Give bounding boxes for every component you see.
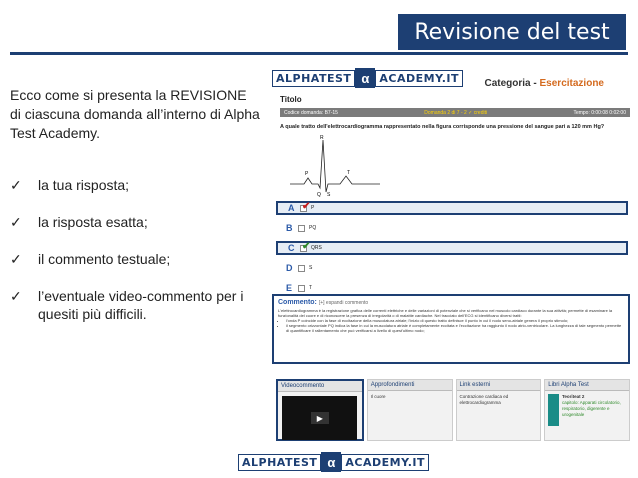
bullet-item: ✓ il commento testuale; <box>10 250 260 268</box>
comment-list: l'onda P coincide con la fase di eccitaz… <box>286 318 624 333</box>
bullet-text: l’eventuale video-commento per i quesiti… <box>38 288 244 322</box>
question-info-bar: Codice domanda: B7-15 Domanda 2 di 7 - 2… <box>280 108 630 117</box>
comment-body: L'elettrocardiogramma è la registrazione… <box>278 308 624 333</box>
external-link[interactable]: Contrazione cardiaca ed elettrocardiogra… <box>457 391 541 409</box>
ecg-label-q: Q <box>317 192 321 198</box>
category-label: Categoria - Esercitazione <box>485 78 605 89</box>
correct-answer-check-icon: ✔ <box>302 241 311 252</box>
comment-box: Commento: [+] espandi commento L'elettro… <box>272 294 630 364</box>
test-title: Titolo <box>280 95 302 104</box>
ecg-figure: R P T Q S <box>290 135 380 198</box>
answer-letter: B <box>286 223 293 233</box>
slide-title-text: Revisione del test <box>414 19 610 45</box>
slide-title: Revisione del test <box>398 14 626 50</box>
book-description: Teoriteat 2 capitolo: Apparati circolator… <box>562 394 626 426</box>
ecg-label-p: P <box>305 171 309 177</box>
answer-e[interactable]: E T <box>276 281 628 295</box>
approfondimenti-header: Approfondimenti <box>367 380 452 391</box>
review-screenshot: ALPHATEST α ACADEMY.IT Categoria - Eserc… <box>272 68 632 460</box>
answer-text: T <box>309 285 313 291</box>
timer: Tempo: 0:00:08 0:02:00 <box>573 109 626 116</box>
logo-alpha-icon: α <box>355 68 376 88</box>
book-title: Teoriteat 2 <box>562 394 585 399</box>
books-panel: Libri Alpha Test Teoriteat 2 capitolo: Ap… <box>544 379 630 441</box>
answer-checkbox[interactable] <box>298 264 305 272</box>
approfondimenti-panel: Approfondimenti Il cuore <box>366 379 453 441</box>
answer-letter: A <box>288 203 295 213</box>
answer-letter: E <box>286 283 293 293</box>
answer-text: PQ <box>309 225 317 231</box>
comment-paragraph: L'elettrocardiogramma è la registrazione… <box>278 308 613 318</box>
bullet-list: ✓ la tua risposta; ✓ la risposta esatta; ✓… <box>10 176 260 342</box>
answer-d[interactable]: D S <box>276 261 628 275</box>
answer-text: QRS <box>311 245 322 251</box>
ecg-trace <box>290 139 380 193</box>
bullet-item: ✓ la risposta esatta; <box>10 213 260 231</box>
video-player[interactable]: ▶ <box>282 396 358 440</box>
checkmark-icon: ✓ <box>10 214 22 230</box>
answer-text: P <box>311 205 315 211</box>
comment-list-item: il segmento orizzontale PQ indica la fas… <box>286 323 624 333</box>
wrong-answer-check-icon: ✔ <box>302 201 311 212</box>
bullet-text: la risposta esatta; <box>38 214 148 230</box>
title-underline <box>10 52 628 55</box>
logo-text-alphatest: ALPHATEST <box>238 453 322 471</box>
ecg-label-r: R <box>320 135 324 141</box>
answer-checkbox[interactable] <box>298 284 305 292</box>
comment-title: Commento: <box>278 299 317 306</box>
category-prefix: Categoria - <box>484 78 540 89</box>
category-value: Esercitazione <box>539 78 604 89</box>
logo-text-academy: ACADEMY.IT <box>375 69 464 87</box>
bullet-item: ✓ l’eventuale video-commento per i quesit… <box>10 287 260 323</box>
checkmark-icon: ✓ <box>10 177 22 193</box>
question-progress: Domanda 2 di 7 - 2 ✓ crediti <box>424 109 488 116</box>
answer-b[interactable]: B PQ <box>276 221 628 235</box>
ecg-label-s: S <box>327 192 331 198</box>
question-text: A quale tratto dell'elettrocardiogramma … <box>280 124 605 130</box>
external-links-panel: Link esterni Contrazione cardiaca ed ele… <box>455 379 542 441</box>
footer-alphatest-logo: ALPHATEST α ACADEMY.IT <box>238 452 430 472</box>
books-header: Libri Alpha Test <box>545 380 629 391</box>
ecg-label-t: T <box>347 170 350 176</box>
external-links-header: Link esterni <box>456 380 541 391</box>
answer-text: S <box>309 265 313 271</box>
bullet-text: il commento testuale; <box>38 251 171 267</box>
video-comment-panel: Videocommento ▶ <box>276 379 364 441</box>
expand-comment-link[interactable]: [+] espandi commento <box>319 300 368 306</box>
book-item[interactable]: Teoriteat 2 capitolo: Apparati circolator… <box>545 391 629 429</box>
bullet-text: la tua risposta; <box>38 177 130 193</box>
book-chapter: capitolo: Apparati circolatorio, respira… <box>562 400 621 417</box>
logo-alpha-icon: α <box>321 452 342 472</box>
book-cover-image <box>548 394 559 426</box>
checkmark-icon: ✓ <box>10 251 22 267</box>
logo-text-alphatest: ALPHATEST <box>272 69 356 87</box>
checkmark-icon: ✓ <box>10 288 22 304</box>
comment-heading: Commento: [+] espandi commento <box>278 299 624 306</box>
approfondimenti-link[interactable]: Il cuore <box>368 391 452 403</box>
answer-letter: D <box>286 263 293 273</box>
answer-checkbox[interactable] <box>298 224 305 232</box>
video-comment-header: Videocommento <box>278 381 362 392</box>
answer-c[interactable]: C ✔ QRS <box>276 241 628 255</box>
question-code: Codice domanda: B7-15 <box>284 109 338 116</box>
intro-text: Ecco come si presenta la REVISIONE di ci… <box>10 87 260 141</box>
logo-text-academy: ACADEMY.IT <box>341 453 430 471</box>
answer-list: A ✔ P B PQ C ✔ QRS D S E T <box>276 201 628 301</box>
resources-row: Videocommento ▶ Approfondimenti Il cuore… <box>276 379 630 441</box>
play-icon[interactable]: ▶ <box>310 412 329 424</box>
answer-a[interactable]: A ✔ P <box>276 201 628 215</box>
answer-letter: C <box>288 243 295 253</box>
bullet-item: ✓ la tua risposta; <box>10 176 260 194</box>
